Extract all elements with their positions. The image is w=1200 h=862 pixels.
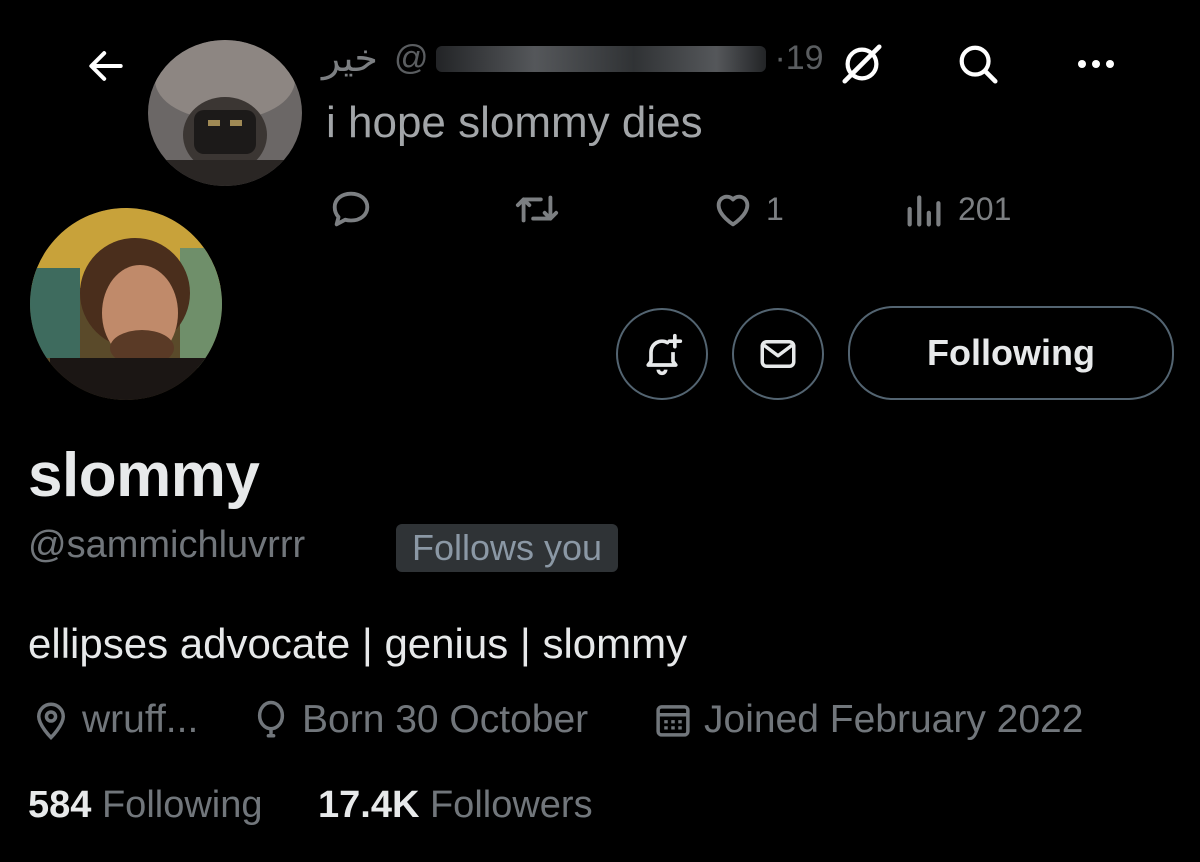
redaction-bar: [436, 45, 767, 72]
like-button[interactable]: 1: [710, 186, 784, 232]
mail-icon: [760, 340, 796, 368]
following-count-link[interactable]: 584 Following: [28, 784, 263, 827]
followers-count-link[interactable]: 17.4K Followers: [318, 784, 593, 827]
calendar-icon: [656, 705, 690, 737]
back-arrow-icon: [89, 51, 123, 81]
grok-button[interactable]: [834, 36, 890, 92]
profile-location: wruff...: [30, 698, 198, 742]
birthday-text: Born 30 October: [302, 698, 589, 741]
search-icon: [959, 45, 998, 84]
profile-display-name: slommy: [28, 441, 260, 510]
location-icon: [36, 702, 66, 740]
banner-tweet-display-name: خير: [322, 38, 378, 80]
grok-icon: [842, 44, 882, 84]
more-icon: [1078, 60, 1114, 68]
heart-icon: [716, 194, 750, 227]
banner-tweet-header: خير @ ·19: [322, 36, 824, 81]
profile-joined: Joined February 2022: [652, 698, 1083, 742]
banner-tweet-text: i hope slommy dies: [326, 98, 703, 147]
balloon-icon: [257, 700, 285, 738]
message-button[interactable]: [732, 308, 824, 400]
banner-tweet-time: ·19: [774, 39, 824, 77]
banner-tweet-handle-group: @ ·19: [394, 39, 824, 78]
joined-text: Joined February 2022: [704, 698, 1084, 741]
profile-birthday: Born 30 October: [250, 698, 588, 742]
retweet-button[interactable]: [512, 186, 562, 232]
following-button[interactable]: Following: [848, 306, 1174, 400]
views-icon: [907, 195, 941, 227]
bell-plus-icon: [646, 333, 683, 376]
view-count: 201: [958, 190, 1012, 227]
like-count: 1: [766, 190, 784, 227]
profile-handle: @sammichluvrrr: [28, 524, 306, 566]
banner-tweet-avatar[interactable]: [148, 40, 302, 186]
back-button[interactable]: [80, 40, 132, 92]
more-button[interactable]: [1068, 36, 1124, 92]
notifications-button[interactable]: [616, 308, 708, 400]
reply-button[interactable]: [328, 186, 374, 232]
profile-bio: ellipses advocate | genius | slommy: [28, 620, 688, 667]
followers-count: 17.4K: [318, 784, 420, 826]
following-count: 584: [28, 784, 92, 826]
search-button[interactable]: [950, 36, 1006, 92]
retweet-icon: [515, 195, 559, 223]
reply-icon: [332, 191, 370, 227]
following-label: Following: [101, 784, 263, 826]
profile-avatar[interactable]: [28, 206, 224, 402]
views-button[interactable]: 201: [902, 186, 1011, 232]
followers-label: Followers: [429, 784, 593, 826]
banner-tweet-handle: @: [393, 39, 429, 77]
follows-you-badge: Follows you: [396, 524, 619, 572]
location-text: wruff...: [82, 698, 199, 741]
